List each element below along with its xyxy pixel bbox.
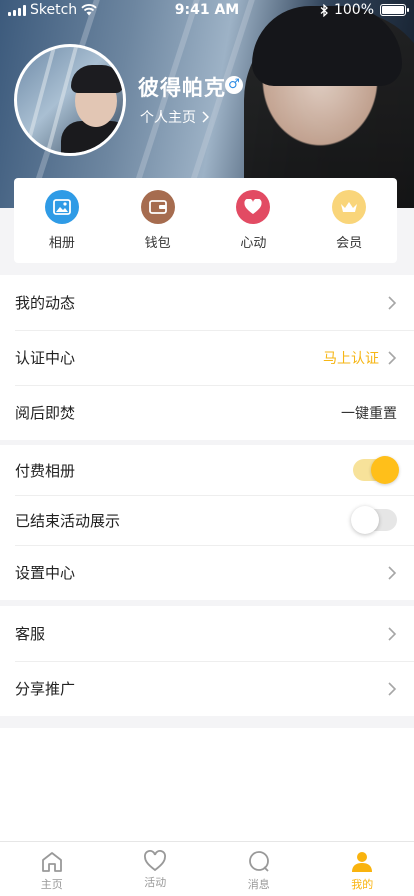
menu-item-settings[interactable]: 设置中心 — [0, 545, 414, 600]
tab-messages[interactable]: 消息 — [207, 842, 311, 896]
empty-content-area — [0, 728, 414, 841]
chevron-right-icon — [202, 111, 209, 123]
tab-label: 主页 — [40, 878, 63, 891]
menu-item-label: 付费相册 — [15, 461, 76, 480]
quick-action-crush[interactable]: 心动 — [206, 178, 302, 263]
menu-group-1: 我的动态 认证中心 马上认证 阅后即焚 一键重置 — [0, 275, 414, 440]
menu-item-ended-activities: 已结束活动展示 — [0, 495, 414, 545]
wallet-icon — [140, 190, 175, 224]
quick-action-album[interactable]: 相册 — [14, 178, 110, 263]
tab-label: 消息 — [247, 878, 270, 891]
home-icon — [41, 852, 62, 872]
homepage-link-label: 个人主页 — [140, 110, 196, 126]
quick-action-membership[interactable]: 会员 — [301, 178, 397, 263]
chevron-right-icon — [388, 350, 397, 365]
message-icon — [248, 851, 269, 872]
tab-label: 我的 — [351, 878, 374, 891]
menu-item-label: 设置中心 — [15, 564, 76, 582]
chevron-right-icon — [388, 681, 397, 696]
menu-item-label: 已结束活动展示 — [15, 511, 121, 530]
status-right: 100% — [320, 2, 409, 18]
menu-item-label: 分享推广 — [15, 680, 76, 698]
heart-icon — [236, 190, 271, 224]
personal-homepage-link[interactable]: 个人主页 — [140, 107, 209, 127]
male-gender-icon: ♂ — [225, 76, 243, 94]
menu-item-customer-service[interactable]: 客服 — [0, 606, 414, 661]
tab-me[interactable]: 我的 — [311, 842, 414, 896]
battery-percent: 100% — [333, 2, 374, 18]
menu-item-label: 阅后即焚 — [15, 404, 76, 422]
avatar[interactable] — [14, 44, 126, 156]
quick-actions-card: 相册 钱包 心动 会员 — [14, 178, 397, 263]
tab-activity[interactable]: 活动 — [104, 842, 208, 896]
quick-action-label: 会员 — [336, 236, 363, 251]
quick-action-label: 钱包 — [144, 236, 171, 251]
bottom-tab-bar: 主页 活动 消息 我的 — [0, 841, 414, 896]
menu-item-label: 客服 — [15, 625, 46, 643]
chevron-right-icon — [388, 295, 397, 310]
heart-outline-icon — [144, 850, 167, 872]
quick-action-label: 相册 — [48, 236, 75, 251]
battery-icon — [380, 4, 409, 16]
background-fence — [126, 0, 200, 208]
quick-action-wallet[interactable]: 钱包 — [110, 178, 206, 263]
menu-item-my-posts[interactable]: 我的动态 — [0, 275, 414, 330]
menu-group-2: 付费相册 已结束活动展示 设置中心 — [0, 445, 414, 600]
verify-now-link[interactable]: 马上认证 — [323, 348, 379, 368]
menu-item-paid-album: 付费相册 — [0, 445, 414, 495]
ended-activities-toggle[interactable] — [351, 506, 397, 534]
bluetooth-icon — [320, 3, 328, 17]
chevron-right-icon — [388, 626, 397, 641]
menu-item-label: 认证中心 — [15, 349, 76, 367]
album-icon — [44, 190, 79, 224]
menu-group-3: 客服 分享推广 — [0, 606, 414, 716]
paid-album-toggle[interactable] — [353, 456, 399, 484]
quick-action-label: 心动 — [240, 236, 267, 251]
tab-label: 活动 — [144, 876, 167, 889]
menu-item-label: 我的动态 — [15, 294, 76, 312]
chevron-right-icon — [388, 565, 397, 580]
person-icon — [352, 852, 373, 872]
tab-home[interactable]: 主页 — [0, 842, 104, 896]
reset-all-button[interactable]: 一键重置 — [341, 403, 397, 423]
menu-item-verification[interactable]: 认证中心 马上认证 — [0, 330, 414, 385]
crown-icon — [332, 190, 367, 224]
username: 彼得帕克 — [138, 76, 226, 100]
status-bar: Sketch 9:41 AM 100% — [0, 0, 414, 22]
menu-item-burn-after-reading: 阅后即焚 一键重置 — [0, 385, 414, 440]
menu-item-share-promotion[interactable]: 分享推广 — [0, 661, 414, 716]
